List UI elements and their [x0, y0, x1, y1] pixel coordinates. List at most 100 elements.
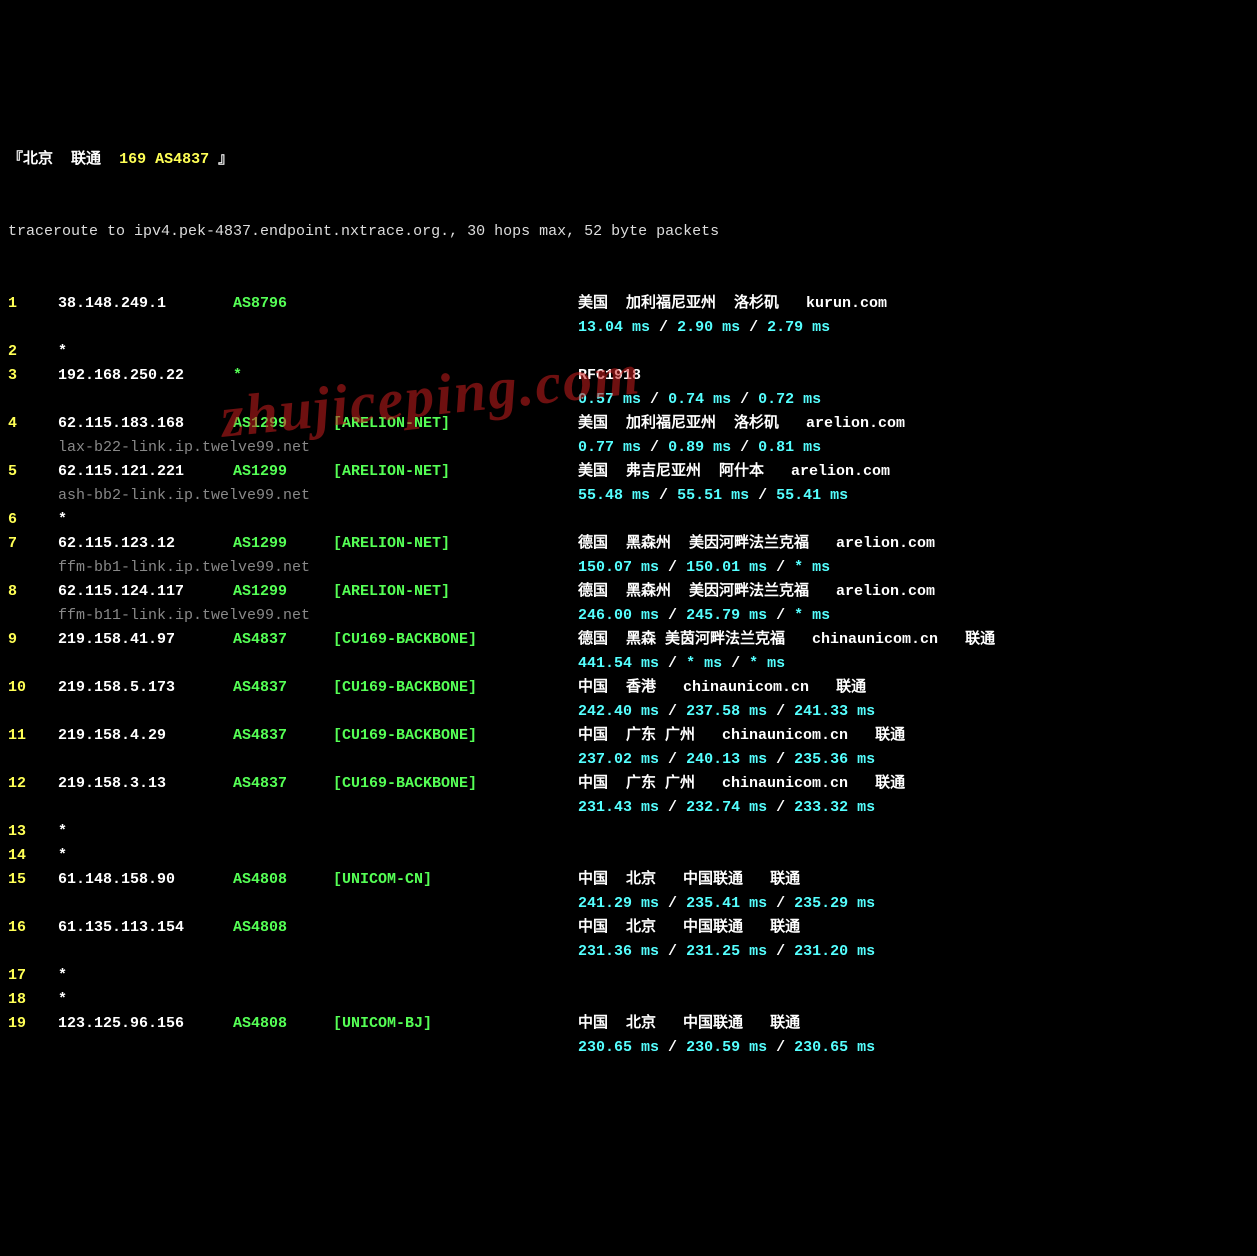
hop-ptr: lax-b22-link.ip.twelve99.net	[58, 436, 578, 460]
hop-detail: ffm-b11-link.ip.twelve99.net246.00 ms / …	[8, 604, 1249, 628]
hop-geo: 美国 弗吉尼亚州 阿什本 arelion.com	[578, 460, 1249, 484]
hop-ip: 62.115.183.168	[58, 412, 233, 436]
hop-detail: lax-b22-link.ip.twelve99.net0.77 ms / 0.…	[8, 436, 1249, 460]
hop-ip: *	[58, 508, 233, 532]
hop-net	[333, 988, 578, 1012]
hop-geo: 德国 黑森州 美因河畔法兰克福 arelion.com	[578, 532, 1249, 556]
hop-net: [UNICOM-CN]	[333, 868, 578, 892]
hop-geo	[578, 340, 1249, 364]
hop-net: [CU169-BACKBONE]	[333, 628, 578, 652]
hop-geo: 德国 黑森州 美因河畔法兰克福 arelion.com	[578, 580, 1249, 604]
hop-row: 14*	[8, 844, 1249, 868]
hop-geo	[578, 964, 1249, 988]
hop-ip: *	[58, 988, 233, 1012]
hop-detail: 242.40 ms / 237.58 ms / 241.33 ms	[8, 700, 1249, 724]
hop-rtt: 230.65 ms / 230.59 ms / 230.65 ms	[578, 1036, 875, 1060]
hop-number: 3	[8, 364, 58, 388]
hop-ptr	[58, 652, 578, 676]
hop-ip: 192.168.250.22	[58, 364, 233, 388]
hop-number: 18	[8, 988, 58, 1012]
hop-row: 12219.158.3.13AS4837[CU169-BACKBONE]中国 广…	[8, 772, 1249, 796]
hop-ptr: ffm-bb1-link.ip.twelve99.net	[58, 556, 578, 580]
hop-number: 19	[8, 1012, 58, 1036]
hop-geo	[578, 988, 1249, 1012]
hop-rtt: 150.07 ms / 150.01 ms / * ms	[578, 556, 830, 580]
terminal-output: 『北京 联通 169 AS4837 』 traceroute to ipv4.p…	[8, 100, 1249, 1084]
hop-as: AS4837	[233, 676, 333, 700]
hop-row: 862.115.124.117AS1299[ARELION-NET]德国 黑森州…	[8, 580, 1249, 604]
hop-rtt: 237.02 ms / 240.13 ms / 235.36 ms	[578, 748, 875, 772]
hop-rtt: 55.48 ms / 55.51 ms / 55.41 ms	[578, 484, 848, 508]
hop-net	[333, 964, 578, 988]
hop-number: 16	[8, 916, 58, 940]
hop-as: AS4837	[233, 772, 333, 796]
hop-rtt: 242.40 ms / 237.58 ms / 241.33 ms	[578, 700, 875, 724]
hop-row: 13*	[8, 820, 1249, 844]
hop-ptr	[58, 796, 578, 820]
hop-ptr	[58, 700, 578, 724]
hop-detail: 0.57 ms / 0.74 ms / 0.72 ms	[8, 388, 1249, 412]
hop-rtt: 0.77 ms / 0.89 ms / 0.81 ms	[578, 436, 821, 460]
hop-as	[233, 820, 333, 844]
hop-rtt: 13.04 ms / 2.90 ms / 2.79 ms	[578, 316, 830, 340]
hop-as	[233, 964, 333, 988]
hop-row: 17*	[8, 964, 1249, 988]
hop-number: 8	[8, 580, 58, 604]
hop-ptr	[58, 892, 578, 916]
hop-ip: 61.135.113.154	[58, 916, 233, 940]
hop-net	[333, 508, 578, 532]
hop-net: [UNICOM-BJ]	[333, 1012, 578, 1036]
hop-ptr: ffm-b11-link.ip.twelve99.net	[58, 604, 578, 628]
hop-detail: 441.54 ms / * ms / * ms	[8, 652, 1249, 676]
hop-number: 7	[8, 532, 58, 556]
hop-row: 6*	[8, 508, 1249, 532]
hop-rtt: 441.54 ms / * ms / * ms	[578, 652, 785, 676]
traceroute-cmd: traceroute to ipv4.pek-4837.endpoint.nxt…	[8, 220, 1249, 244]
hop-rtt: 231.43 ms / 232.74 ms / 233.32 ms	[578, 796, 875, 820]
hop-number: 9	[8, 628, 58, 652]
hop-net: [ARELION-NET]	[333, 412, 578, 436]
hop-detail: 231.43 ms / 232.74 ms / 233.32 ms	[8, 796, 1249, 820]
hop-geo: 中国 北京 中国联通 联通	[578, 868, 1249, 892]
hop-ip: 219.158.3.13	[58, 772, 233, 796]
hop-as: AS1299	[233, 532, 333, 556]
hop-detail: 13.04 ms / 2.90 ms / 2.79 ms	[8, 316, 1249, 340]
hop-ip: 123.125.96.156	[58, 1012, 233, 1036]
hop-ip: 38.148.249.1	[58, 292, 233, 316]
hop-net	[333, 340, 578, 364]
hop-ptr	[58, 388, 578, 412]
hop-number: 10	[8, 676, 58, 700]
hop-row: 462.115.183.168AS1299[ARELION-NET]美国 加利福…	[8, 412, 1249, 436]
hop-as	[233, 844, 333, 868]
hop-detail: 241.29 ms / 235.41 ms / 235.29 ms	[8, 892, 1249, 916]
hop-row: 2*	[8, 340, 1249, 364]
hop-rtt: 231.36 ms / 231.25 ms / 231.20 ms	[578, 940, 875, 964]
hop-number: 17	[8, 964, 58, 988]
hop-number: 1	[8, 292, 58, 316]
hop-net	[333, 820, 578, 844]
hop-as: AS4837	[233, 628, 333, 652]
hop-ptr	[58, 940, 578, 964]
hop-as: AS1299	[233, 580, 333, 604]
hop-row: 1561.148.158.90AS4808[UNICOM-CN]中国 北京 中国…	[8, 868, 1249, 892]
hop-ip: *	[58, 964, 233, 988]
hop-as: AS4808	[233, 1012, 333, 1036]
hop-detail: ffm-bb1-link.ip.twelve99.net150.07 ms / …	[8, 556, 1249, 580]
hop-net: [CU169-BACKBONE]	[333, 676, 578, 700]
hop-net	[333, 844, 578, 868]
header-line: 『北京 联通 169 AS4837 』	[8, 148, 1249, 172]
hop-as: AS4808	[233, 868, 333, 892]
hop-row: 762.115.123.12AS1299[ARELION-NET]德国 黑森州 …	[8, 532, 1249, 556]
hop-row: 562.115.121.221AS1299[ARELION-NET]美国 弗吉尼…	[8, 460, 1249, 484]
hop-geo	[578, 844, 1249, 868]
hop-geo: 中国 北京 中国联通 联通	[578, 1012, 1249, 1036]
hop-ip: 219.158.4.29	[58, 724, 233, 748]
hop-as: AS4808	[233, 916, 333, 940]
hop-net	[333, 292, 578, 316]
hop-net	[333, 364, 578, 388]
hop-number: 14	[8, 844, 58, 868]
hop-ptr	[58, 1036, 578, 1060]
hop-ip: *	[58, 844, 233, 868]
hop-net: [CU169-BACKBONE]	[333, 772, 578, 796]
hop-ip: 62.115.123.12	[58, 532, 233, 556]
